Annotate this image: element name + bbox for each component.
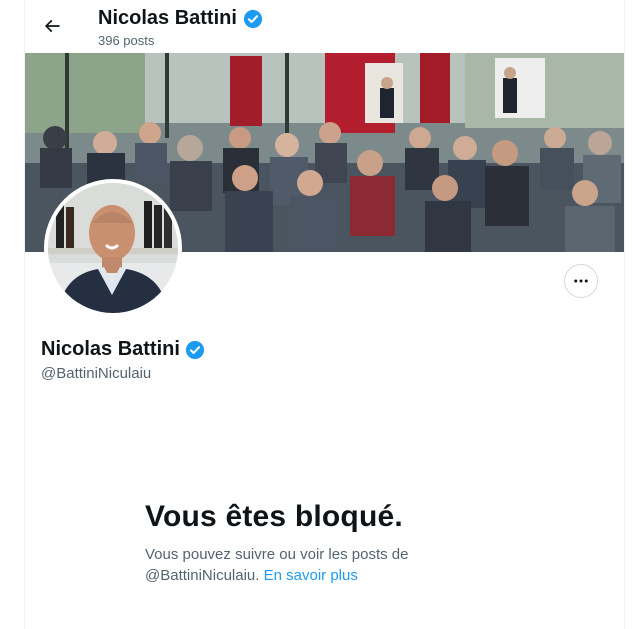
verified-badge-icon	[185, 340, 205, 359]
profile-name: Nicolas Battini	[41, 338, 205, 361]
posts-count: 396 posts	[98, 33, 155, 48]
profile-avatar[interactable]	[44, 179, 182, 317]
header-name: Nicolas Battini	[98, 7, 237, 29]
blocked-title: Vous êtes bloqué.	[145, 500, 403, 533]
more-horizontal-icon	[574, 279, 588, 283]
profile-name-text: Nicolas Battini	[41, 338, 180, 360]
learn-more-link[interactable]: En savoir plus	[264, 567, 358, 584]
profile-header-bar: Nicolas Battini 396 posts	[25, 0, 624, 53]
profile-column: Nicolas Battini 396 posts Nicolas Battin…	[24, 0, 625, 629]
verified-badge-icon	[243, 9, 263, 28]
more-options-button[interactable]	[564, 264, 598, 298]
arrow-left-icon	[44, 19, 60, 33]
blocked-description: Vous pouvez suivre ou voir les posts de …	[145, 544, 465, 586]
back-button[interactable]	[35, 9, 69, 43]
blocked-notice: Vous êtes bloqué. Vous pouvez suivre ou …	[145, 500, 465, 586]
avatar-photo	[48, 183, 178, 313]
profile-handle: @BattiniNiculaiu	[41, 365, 152, 382]
header-title: Nicolas Battini	[98, 7, 263, 30]
